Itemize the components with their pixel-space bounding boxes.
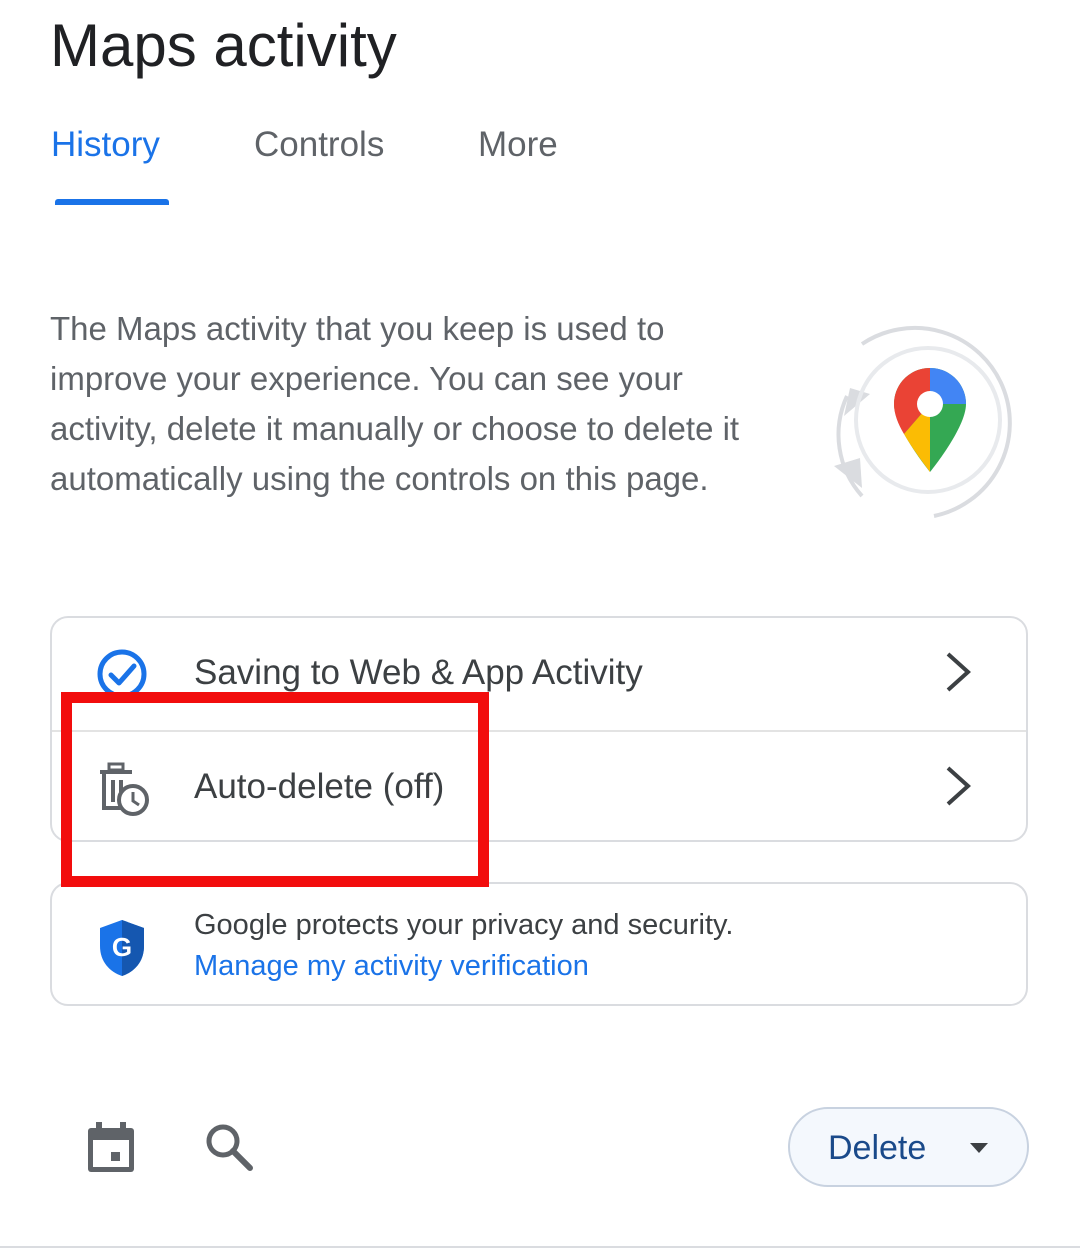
auto-delete-row[interactable]: Auto-delete (off) — [52, 730, 1026, 844]
svg-text:G: G — [112, 932, 132, 962]
chevron-right-icon — [946, 766, 971, 806]
tab-controls[interactable]: Controls — [254, 120, 384, 170]
tab-bar: History Controls More — [0, 112, 1080, 212]
web-app-activity-label: Saving to Web & App Activity — [194, 653, 643, 692]
manage-verification-link[interactable]: Manage my activity verification — [194, 945, 589, 987]
page-title: Maps activity — [50, 12, 397, 79]
activity-settings-card: Saving to Web & App Activity Auto-delete… — [50, 616, 1028, 842]
google-shield-icon: G — [100, 920, 144, 976]
check-circle-icon — [97, 649, 147, 699]
active-tab-indicator — [55, 199, 169, 205]
bottom-divider — [0, 1246, 1080, 1248]
privacy-text: Google protects your privacy and securit… — [194, 909, 734, 941]
delete-button[interactable]: Delete — [788, 1107, 1029, 1187]
intro-text: The Maps activity that you keep is used … — [50, 310, 740, 497]
calendar-icon[interactable] — [84, 1120, 138, 1176]
auto-delete-icon — [100, 762, 149, 816]
delete-label: Delete — [828, 1129, 927, 1167]
web-app-activity-row[interactable]: Saving to Web & App Activity — [52, 618, 1026, 730]
maps-pin-refresh-icon — [834, 325, 1012, 518]
chevron-right-icon — [946, 652, 971, 692]
auto-delete-label: Auto-delete (off) — [194, 767, 445, 806]
dropdown-caret-icon — [970, 1143, 988, 1153]
tab-history[interactable]: History — [51, 120, 160, 170]
tab-more[interactable]: More — [478, 120, 558, 170]
privacy-card: G Google protects your privacy and secur… — [50, 882, 1028, 1006]
search-icon[interactable] — [204, 1122, 254, 1172]
